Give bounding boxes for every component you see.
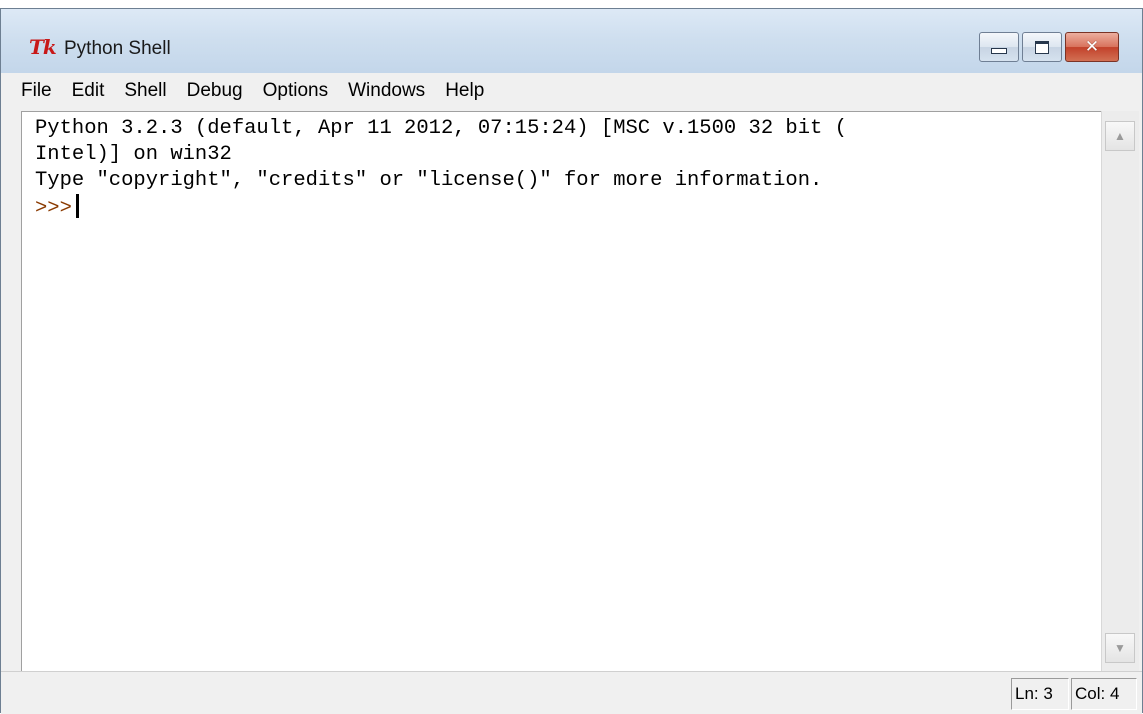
menu-help[interactable]: Help <box>435 76 494 106</box>
status-column-number: Col: 4 <box>1071 678 1137 710</box>
scroll-up-icon[interactable]: ▲ <box>1105 121 1135 151</box>
menu-edit[interactable]: Edit <box>62 76 115 106</box>
window-title: Python Shell <box>64 38 171 59</box>
maximize-icon <box>1035 40 1049 54</box>
close-button[interactable]: ✕ <box>1065 32 1119 62</box>
shell-text-area[interactable]: Python 3.2.3 (default, Apr 11 2012, 07:1… <box>21 111 1101 671</box>
window-controls: ✕ <box>976 32 1119 62</box>
shell-banner-line-2: Intel)] on win32 <box>35 143 232 166</box>
shell-prompt-line[interactable]: >>> <box>35 194 79 222</box>
title-bar[interactable]: Tk Python Shell ✕ <box>1 9 1142 73</box>
menu-windows[interactable]: Windows <box>338 76 435 106</box>
menu-file[interactable]: File <box>11 76 62 106</box>
shell-prompt: >>> <box>35 197 72 220</box>
menu-shell[interactable]: Shell <box>114 76 176 106</box>
scroll-down-icon[interactable]: ▼ <box>1105 633 1135 663</box>
menu-options[interactable]: Options <box>253 76 338 106</box>
close-icon: ✕ <box>1084 36 1100 57</box>
menu-debug[interactable]: Debug <box>177 76 253 106</box>
status-bar: Ln: 3 Col: 4 <box>1 671 1142 714</box>
minimize-button[interactable] <box>979 32 1019 62</box>
maximize-button[interactable] <box>1022 32 1062 62</box>
tk-app-icon: Tk <box>29 35 57 59</box>
vertical-scrollbar[interactable]: ▲ ▼ <box>1101 111 1139 671</box>
shell-banner-line-3: Type "copyright", "credits" or "license(… <box>35 169 823 192</box>
menu-bar: File Edit Shell Debug Options Windows He… <box>1 73 1142 109</box>
minimize-icon <box>991 48 1007 54</box>
python-shell-window: Tk Python Shell ✕ File Edit Shell Debug … <box>0 8 1143 714</box>
shell-banner-line-1: Python 3.2.3 (default, Apr 11 2012, 07:1… <box>35 117 847 140</box>
status-line-number: Ln: 3 <box>1011 678 1069 710</box>
text-cursor <box>75 194 79 218</box>
